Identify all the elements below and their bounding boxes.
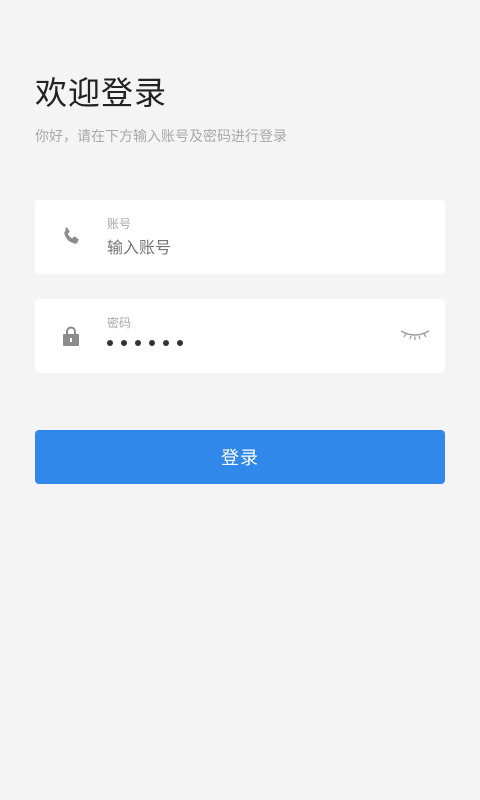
account-label: 账号 <box>107 217 132 231</box>
password-field[interactable]: 密码 <box>35 299 445 373</box>
account-field[interactable]: 账号 <box>35 200 445 274</box>
password-input[interactable] <box>107 340 183 346</box>
page-title: 欢迎登录 <box>35 74 168 112</box>
password-label: 密码 <box>107 316 132 330</box>
login-button[interactable]: 登录 <box>35 430 445 484</box>
page-subtitle: 你好，请在下方输入账号及密码进行登录 <box>35 129 287 145</box>
phone-icon <box>64 227 79 244</box>
eye-closed-icon[interactable] <box>399 326 431 342</box>
account-input[interactable] <box>107 238 387 257</box>
lock-icon <box>63 326 79 346</box>
